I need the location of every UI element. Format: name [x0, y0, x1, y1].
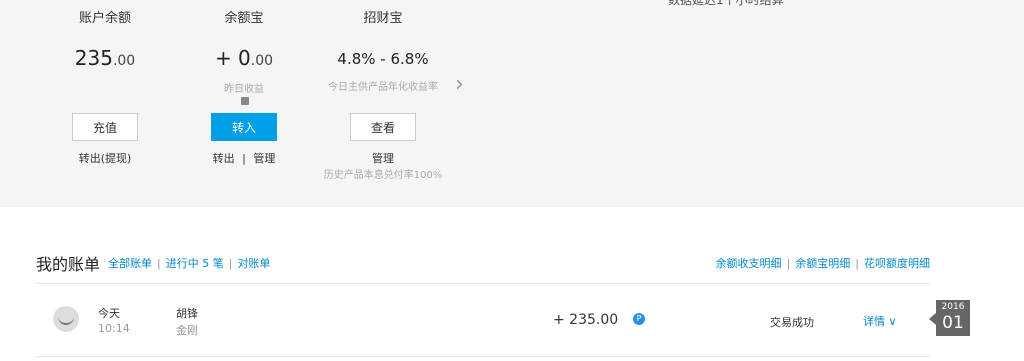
balance-amount-dec: .00 — [112, 53, 136, 69]
huabei-detail-link[interactable]: 花呗额度明细 — [864, 257, 930, 270]
withdraw-link[interactable]: 转出(提现) — [30, 150, 180, 166]
chevron-right-icon[interactable]: › — [455, 72, 464, 97]
transfer-in-button[interactable]: 转入 — [211, 113, 277, 141]
withdraw-link-label[interactable]: 转出(提现) — [79, 152, 132, 165]
tab-statement[interactable]: 对账单 — [237, 257, 270, 270]
view-button[interactable]: 查看 — [350, 113, 416, 141]
date-year: 2016 — [941, 302, 965, 312]
zhaocaibao-note: 历史产品本息兑付率100% — [323, 170, 443, 181]
zhaocaibao-title: 招财宝 — [363, 11, 403, 26]
date-badge: 2016 01 — [929, 300, 970, 336]
yuebao-amount-dec: .00 — [250, 53, 274, 69]
yuebao-links: 转出 | 管理 — [169, 150, 319, 166]
link-separator: | — [242, 152, 246, 165]
row-amount: + 235.00 — [553, 312, 619, 328]
yuebao-detail-link[interactable]: 余额宝明细 — [795, 257, 850, 270]
tab-separator: | — [157, 257, 161, 270]
bill-detail-links: 余额收支明细 | 余额宝明细 | 花呗额度明细 — [716, 255, 930, 271]
row-divider — [36, 356, 930, 357]
tab-separator: | — [228, 257, 233, 270]
zhaocaibao-rate: 4.8% - 6.8% — [337, 50, 429, 68]
tab-all-bills[interactable]: 全部账单 — [108, 257, 152, 270]
tab-in-progress[interactable]: 进行中 5 笔 — [166, 257, 224, 270]
alipay-icon: P — [633, 313, 645, 325]
row-day: 今天 — [98, 307, 120, 320]
bill-tabs: 全部账单 | 进行中 5 笔 | 对账单 — [108, 255, 270, 271]
balance-detail-link[interactable]: 余额收支明细 — [716, 257, 782, 270]
yuebao-title: 余额宝 — [224, 11, 264, 26]
date-month: 01 — [942, 313, 964, 333]
bill-title: 我的账单 — [36, 255, 101, 274]
yuebao-amount: + 0.00 — [169, 46, 319, 70]
row-detail-link[interactable]: 详情 ∨ — [863, 313, 897, 329]
zhaocaibao-manage-link[interactable]: 管理 — [308, 150, 458, 166]
balance-title: 账户余额 — [78, 11, 131, 26]
top-note: 数据延迟1个小时结算 — [668, 0, 784, 7]
yuebao-sub: 昨日收益 — [224, 84, 264, 95]
row-name: 胡锋 — [176, 307, 198, 320]
lock-icon — [241, 97, 249, 105]
link-separator: | — [786, 257, 791, 270]
row-sub: 金刚 — [176, 324, 198, 337]
avatar — [53, 306, 79, 332]
divider — [36, 283, 930, 284]
recharge-button[interactable]: 充值 — [72, 113, 138, 141]
balance-amount-int: 235 — [74, 46, 113, 70]
transfer-out-link[interactable]: 转出 — [213, 152, 235, 165]
yuebao-amount-int: + 0 — [214, 46, 251, 70]
asset-panel: 数据延迟1个小时结算 账户余额 235.00 充值 转出(提现) 余额宝 + 0… — [0, 0, 1024, 207]
link-separator: | — [855, 257, 859, 270]
yuebao-manage-link[interactable]: 管理 — [253, 152, 275, 165]
balance-amount: 235.00 — [30, 46, 180, 70]
row-time: 10:14 — [98, 322, 130, 335]
row-status: 交易成功 — [770, 316, 814, 329]
zhaocaibao-sub: 今日主供产品年化收益率 — [328, 82, 438, 93]
